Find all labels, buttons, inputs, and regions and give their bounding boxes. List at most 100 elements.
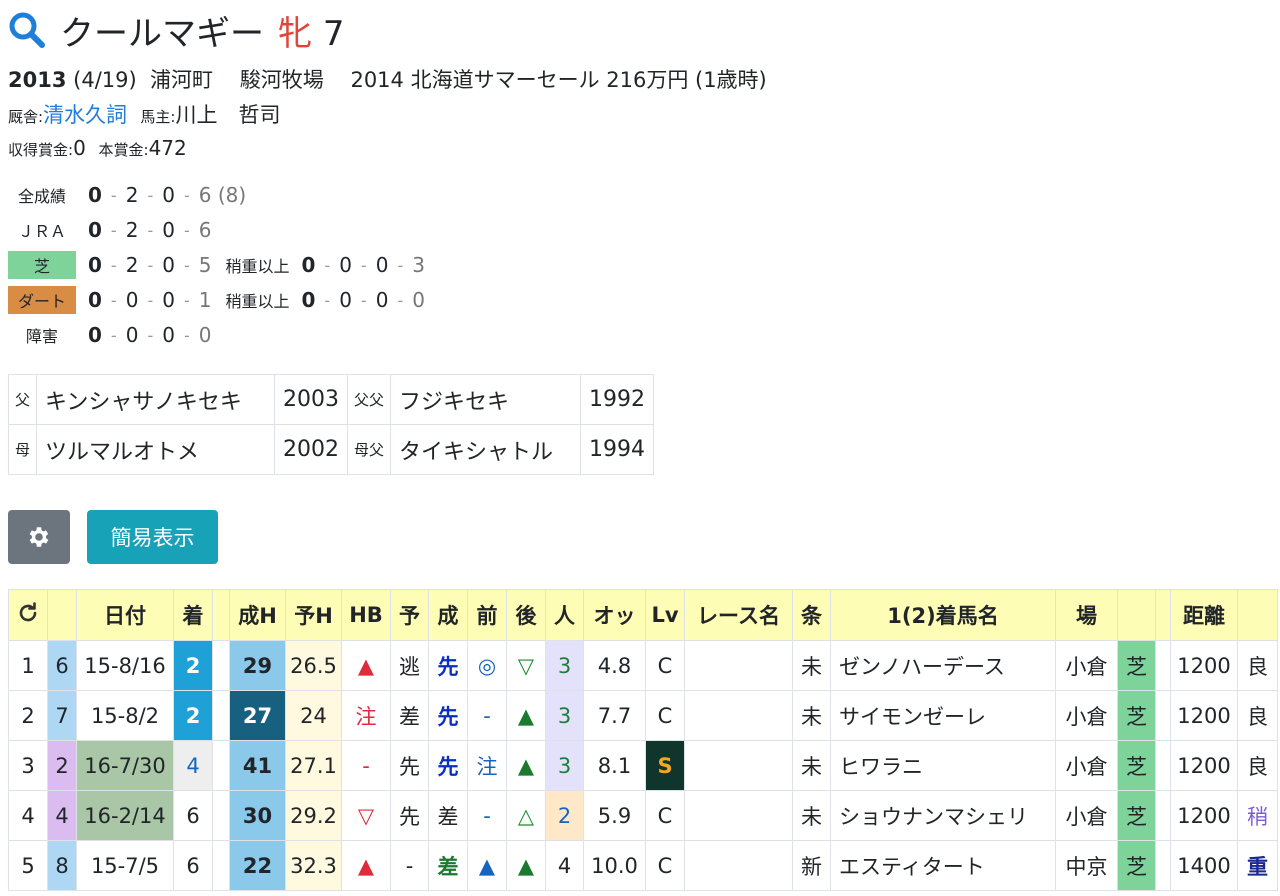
- winner-name[interactable]: ヒワラニ: [830, 740, 1056, 791]
- search-icon[interactable]: [8, 11, 46, 49]
- distance: 1200: [1170, 640, 1238, 691]
- col-header-rank[interactable]: 着: [173, 589, 213, 641]
- record-jump: 障害 0-0-0-0: [8, 320, 211, 350]
- gear-icon: [29, 527, 49, 547]
- record-all: 全成績 0-2-0-6 (8): [8, 180, 246, 210]
- mark-front: 注: [467, 740, 507, 791]
- col-header-course[interactable]: 場: [1055, 589, 1118, 641]
- race-date: 15-8/2: [76, 690, 174, 741]
- results-table: 日付 着 成H 予H HB 予 成 前 後 人 オッ Lv レース名 条 1(2…: [8, 589, 1278, 891]
- owner: 川上 哲司: [175, 103, 281, 127]
- birth-info: 2013 (4/19) 浦河町 駿河牧場 2014 北海道サマーセール 216万…: [8, 64, 767, 94]
- race-name[interactable]: [684, 790, 793, 841]
- table-row[interactable]: 1 6 15-8/16 2 29 26.5 ▲ 逃 先 ◎ ▽ 3 4.8 C …: [8, 640, 1278, 691]
- col-header[interactable]: [1117, 589, 1156, 641]
- col-header-odds[interactable]: オッ: [583, 589, 646, 641]
- col-header[interactable]: [1155, 589, 1171, 641]
- table-row[interactable]: 5 8 15-7/5 6 22 32.3 ▲ - 差 ▲ ▲ 4 10.0 C …: [8, 840, 1278, 891]
- refresh-button[interactable]: [8, 589, 48, 641]
- predict-h: 29.2: [285, 790, 342, 841]
- course: 小倉: [1055, 740, 1118, 791]
- dam-sire: タイキシャトル: [390, 424, 582, 475]
- winner-name[interactable]: エスティタート: [830, 840, 1056, 891]
- spacer: [212, 840, 230, 891]
- race-name[interactable]: [684, 740, 793, 791]
- race-name[interactable]: [684, 690, 793, 741]
- table-row[interactable]: 2 7 15-8/2 2 27 24 注 差 先 - ▲ 3 7.7 C 未 サ…: [8, 690, 1278, 741]
- winner-name[interactable]: サイモンゼーレ: [830, 690, 1056, 741]
- col-header-date[interactable]: 日付: [76, 589, 174, 641]
- col-header-lv[interactable]: Lv: [645, 589, 685, 641]
- race-date: 16-7/30: [76, 740, 174, 791]
- predict-h: 26.5: [285, 640, 342, 691]
- winner-name[interactable]: ショウナンマシェリ: [830, 790, 1056, 841]
- col-header[interactable]: [1237, 589, 1278, 641]
- record-turf: 芝 0-2-0-5 稍重以上 0-0-0-3: [8, 250, 425, 280]
- result-h: 41: [229, 740, 286, 791]
- spacer: [212, 640, 230, 691]
- refresh-icon: [19, 601, 37, 621]
- spacer: [212, 690, 230, 741]
- col-header[interactable]: [47, 589, 77, 641]
- simple-view-button[interactable]: 簡易表示: [87, 510, 218, 564]
- trainer-link[interactable]: 清水久詞: [43, 99, 127, 129]
- settings-button[interactable]: [8, 510, 70, 564]
- finish-rank: 6: [173, 840, 213, 891]
- earnings: 収得賞金: 0 本賞金: 472: [8, 136, 187, 160]
- horse-age: 7: [322, 13, 345, 54]
- col-header-mae[interactable]: 前: [467, 589, 507, 641]
- level: C: [645, 640, 685, 691]
- result-h: 27: [229, 690, 286, 741]
- spacer: [1155, 840, 1171, 891]
- pedigree-table: 父 キンシャサノキセキ 2003 父父 フジキセキ 1992 母 ツルマルオトメ…: [7, 374, 655, 475]
- subrecord-label: 稍重以上: [225, 257, 290, 276]
- table-row[interactable]: 4 4 16-2/14 6 30 29.2 ▽ 先 差 - △ 2 5.9 C …: [8, 790, 1278, 841]
- winner-name[interactable]: ゼンノハーデース: [830, 640, 1056, 691]
- hb-mark: ▲: [341, 840, 391, 891]
- course: 小倉: [1055, 640, 1118, 691]
- mark-back: ▲: [506, 740, 546, 791]
- odds: 7.7: [583, 690, 646, 741]
- spacer: [1155, 690, 1171, 741]
- mark-back: ▲: [506, 690, 546, 741]
- race-class: 未: [792, 640, 831, 691]
- predict-style: 先: [390, 790, 429, 841]
- mark-back: ▽: [506, 640, 546, 691]
- col-header-yh[interactable]: 予H: [285, 589, 342, 641]
- race-date: 15-7/5: [76, 840, 174, 891]
- birth-date: (4/19): [73, 68, 137, 92]
- result-h: 30: [229, 790, 286, 841]
- post-no: 4: [47, 790, 77, 841]
- horse-sex: 牝: [278, 13, 312, 54]
- col-header[interactable]: [212, 589, 230, 641]
- col-header-pop[interactable]: 人: [545, 589, 584, 641]
- race-date: 16-2/14: [76, 790, 174, 841]
- going: 稍: [1237, 790, 1278, 841]
- col-header-cond[interactable]: 条: [792, 589, 831, 641]
- popularity: 4: [545, 840, 584, 891]
- sire-sire: フジキセキ: [390, 374, 582, 425]
- predict-style: 逃: [390, 640, 429, 691]
- record-dirt: ダート 0-0-0-1 稍重以上 0-0-0-0: [8, 285, 425, 315]
- race-name[interactable]: [684, 840, 793, 891]
- col-header-dist[interactable]: 距離: [1170, 589, 1238, 641]
- col-header-sei[interactable]: 成: [428, 589, 468, 641]
- col-header-hb[interactable]: HB: [341, 589, 391, 641]
- col-header-ato[interactable]: 後: [506, 589, 546, 641]
- predict-h: 32.3: [285, 840, 342, 891]
- mark-back: △: [506, 790, 546, 841]
- col-header-winner[interactable]: 1(2)着馬名: [830, 589, 1056, 641]
- level: C: [645, 790, 685, 841]
- race-name[interactable]: [684, 640, 793, 691]
- hb-mark: 注: [341, 690, 391, 741]
- table-row[interactable]: 3 2 16-7/30 4 41 27.1 - 先 先 注 ▲ 3 8.1 S …: [8, 740, 1278, 791]
- odds: 4.8: [583, 640, 646, 691]
- region: 浦河町: [150, 68, 214, 92]
- col-header-sh[interactable]: 成H: [229, 589, 286, 641]
- dirt-badge: ダート: [8, 286, 76, 314]
- breeder: 駿河牧場: [239, 68, 324, 92]
- distance: 1400: [1170, 840, 1238, 891]
- col-header-race[interactable]: レース名: [684, 589, 793, 641]
- record-label: ＪＲＡ: [17, 222, 66, 241]
- col-header-yo[interactable]: 予: [390, 589, 429, 641]
